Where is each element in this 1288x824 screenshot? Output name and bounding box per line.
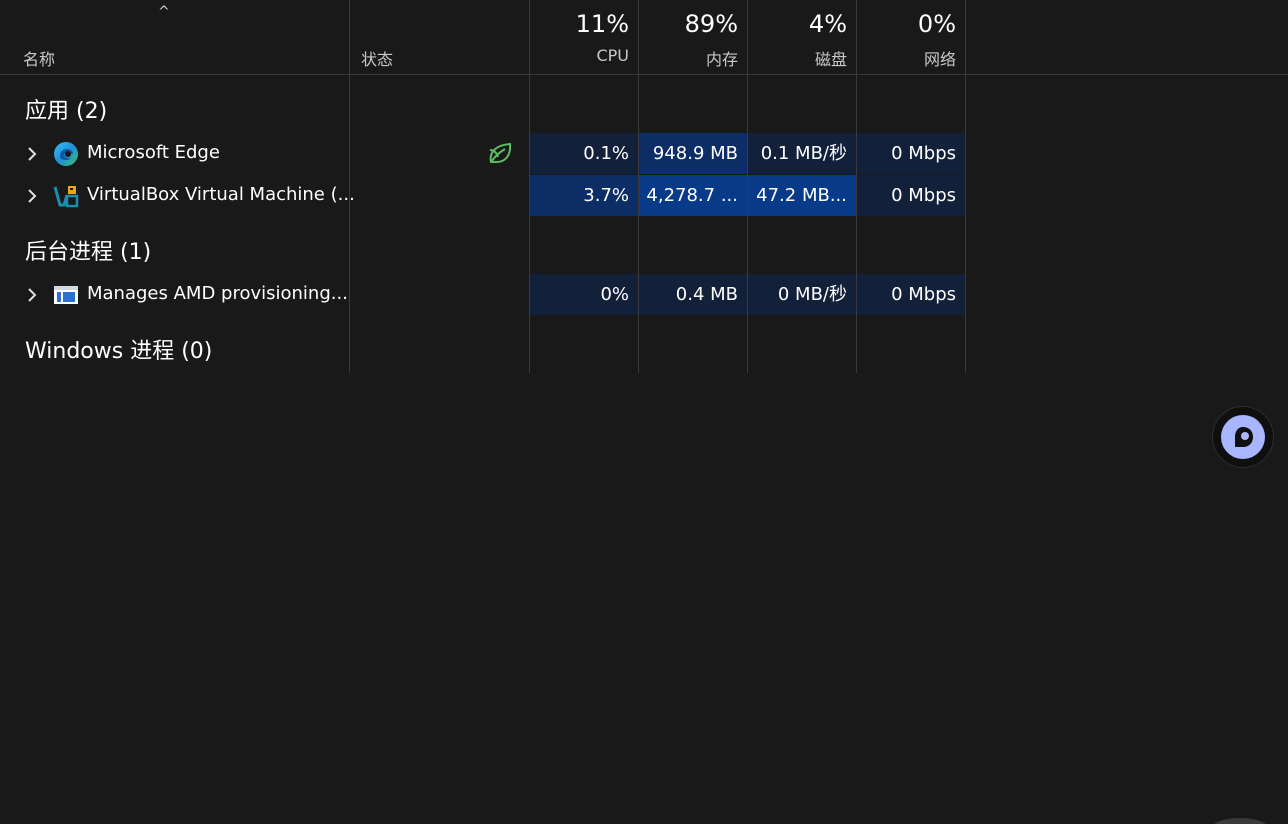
disk-label: 磁盘	[814, 50, 847, 69]
group-header-apps[interactable]: 应用 (2)	[25, 93, 107, 125]
window-app-icon	[53, 282, 79, 308]
task-manager-processes: ^ 名称 状态 11% CPU 89% 内存 4% 磁盘 0% 网络 应用 (2…	[0, 0, 1288, 824]
process-row-amd-provisioning[interactable]: Manages AMD provisioning... 0% 0.4 MB 0 …	[0, 274, 966, 315]
memory-label: 内存	[705, 50, 738, 69]
cpu-cell: 0.1%	[530, 133, 638, 174]
network-cell: 0 Mbps	[857, 175, 965, 216]
memory-cell: 948.9 MB	[639, 133, 747, 174]
cpu-cell: 3.7%	[530, 175, 638, 216]
memory-total-percent: 89%	[684, 10, 738, 38]
disk-cell: 0.1 MB/秒	[748, 133, 856, 174]
network-cell: 0 Mbps	[857, 133, 965, 174]
chevron-right-icon[interactable]	[24, 274, 40, 315]
network-total-percent: 0%	[917, 10, 956, 38]
cpu-label: CPU	[596, 46, 629, 65]
network-label: 网络	[923, 50, 956, 69]
partial-button-edge	[1212, 818, 1268, 824]
process-name: VirtualBox Virtual Machine (...	[87, 184, 355, 205]
chevron-right-icon[interactable]	[24, 133, 40, 174]
group-header-background[interactable]: 后台进程 (1)	[25, 234, 151, 266]
copilot-button[interactable]	[1212, 406, 1274, 468]
disk-cell: 47.2 MB...	[748, 175, 856, 216]
column-header-status[interactable]: 状态	[361, 46, 393, 70]
copilot-icon	[1221, 415, 1265, 459]
memory-cell: 0.4 MB	[639, 274, 747, 315]
process-row-virtualbox[interactable]: VirtualBox Virtual Machine (... 3.7% 4,2…	[0, 175, 966, 216]
cpu-total-percent: 11%	[575, 10, 629, 38]
column-header-name[interactable]: 名称	[23, 46, 55, 70]
chevron-right-icon[interactable]	[24, 175, 40, 216]
process-row-edge[interactable]: Microsoft Edge 0.1% 948.9 MB 0.1 MB/秒 0 …	[0, 133, 966, 174]
process-name: Manages AMD provisioning...	[87, 283, 348, 304]
virtualbox-icon	[53, 183, 79, 209]
network-cell: 0 Mbps	[857, 274, 965, 315]
process-name: Microsoft Edge	[87, 142, 220, 163]
efficiency-mode-leaf-icon	[486, 140, 516, 168]
cpu-cell: 0%	[530, 274, 638, 315]
disk-cell: 0 MB/秒	[748, 274, 856, 315]
memory-cell: 4,278.7 ...	[639, 175, 747, 216]
edge-icon	[53, 141, 79, 167]
group-header-windows[interactable]: Windows 进程 (0)	[25, 333, 212, 365]
header-bottom-divider	[0, 74, 1288, 75]
disk-total-percent: 4%	[808, 10, 847, 38]
sort-ascending-icon: ^	[158, 4, 170, 20]
